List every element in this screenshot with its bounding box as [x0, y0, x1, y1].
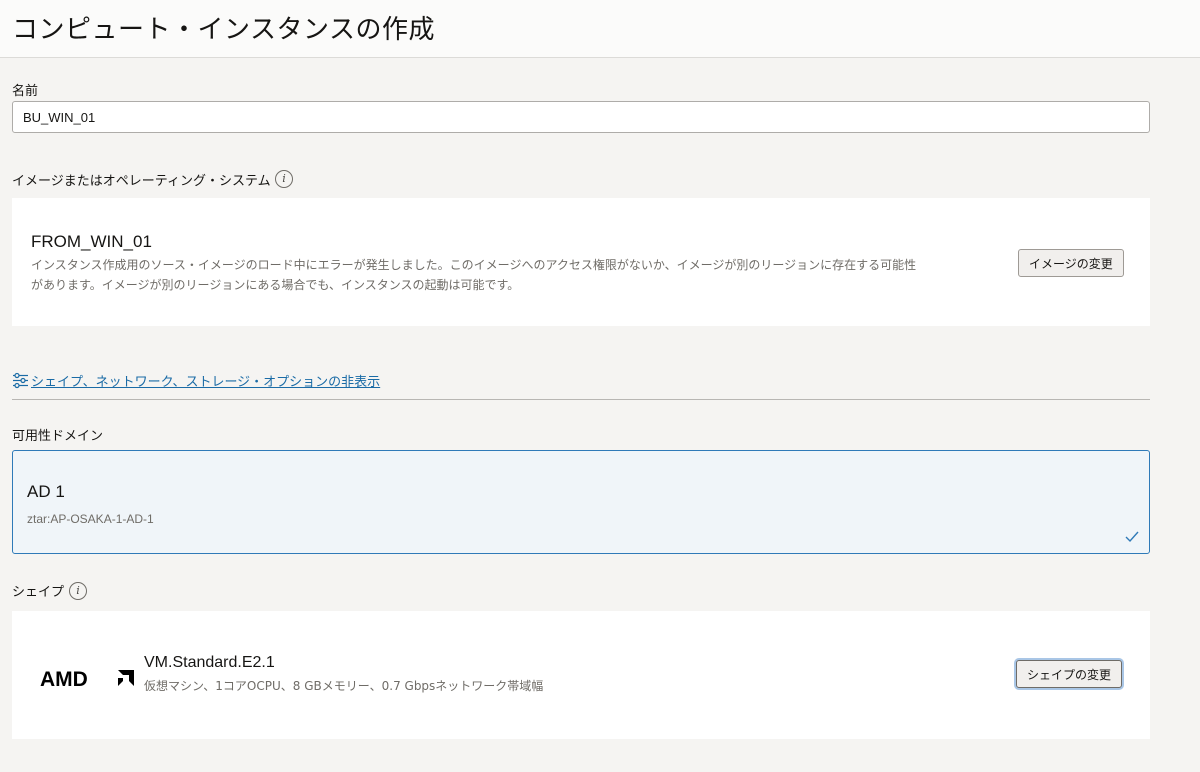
toggle-advanced-options-label: シェイプ、ネットワーク、ストレージ・オプションの非表示	[31, 375, 381, 390]
shape-name: VM.Standard.E2.1	[144, 654, 275, 671]
availability-domain-card[interactable]: AD 1 ztar:AP-OSAKA-1-AD-1	[12, 450, 1150, 554]
check-icon	[1125, 531, 1139, 543]
amd-logo-icon: AMD	[40, 669, 134, 689]
toggle-advanced-options-link[interactable]: シェイプ、ネットワーク、ストレージ・オプションの非表示	[12, 371, 380, 390]
sliders-icon	[13, 372, 28, 389]
shape-description: 仮想マシン、1コアOCPU、8 GBメモリー、0.7 Gbpsネットワーク帯域幅	[144, 679, 544, 693]
name-input[interactable]	[12, 101, 1150, 133]
image-name: FROM_WIN_01	[31, 232, 152, 251]
availability-domain-id: ztar:AP-OSAKA-1-AD-1	[27, 512, 154, 526]
change-shape-button[interactable]: シェイプの変更	[1016, 660, 1123, 688]
image-error-line-2: があります。イメージが別のリージョンにある場合でも、インスタンスの起動は可能です…	[31, 278, 520, 292]
availability-domain-name: AD 1	[27, 482, 65, 501]
image-error-line-1: インスタンス作成用のソース・イメージのロード中にエラーが発生しました。このイメー…	[31, 258, 917, 272]
shape-card: AMD VM.Standard.E2.1 仮想マシン、1コアOCPU、8 GBメ…	[12, 611, 1150, 739]
image-card: FROM_WIN_01 インスタンス作成用のソース・イメージのロード中にエラーが…	[12, 198, 1150, 326]
shape-info-icon[interactable]: i	[69, 582, 87, 600]
page-header: コンピュート・インスタンスの作成	[0, 0, 1200, 58]
change-image-button[interactable]: イメージの変更	[1018, 249, 1124, 277]
image-info-icon[interactable]: i	[275, 170, 293, 188]
section-divider	[12, 399, 1150, 400]
image-error-message: インスタンス作成用のソース・イメージのロード中にエラーが発生しました。このイメー…	[31, 255, 1021, 295]
image-section-label: イメージまたはオペレーティング・システム	[12, 174, 271, 189]
name-label: 名前	[12, 84, 39, 99]
shape-section-label: シェイプ	[12, 585, 65, 600]
amd-logo-text: AMD	[40, 669, 88, 689]
availability-domain-label: 可用性ドメイン	[12, 429, 104, 444]
page-title: コンピュート・インスタンスの作成	[12, 15, 435, 45]
